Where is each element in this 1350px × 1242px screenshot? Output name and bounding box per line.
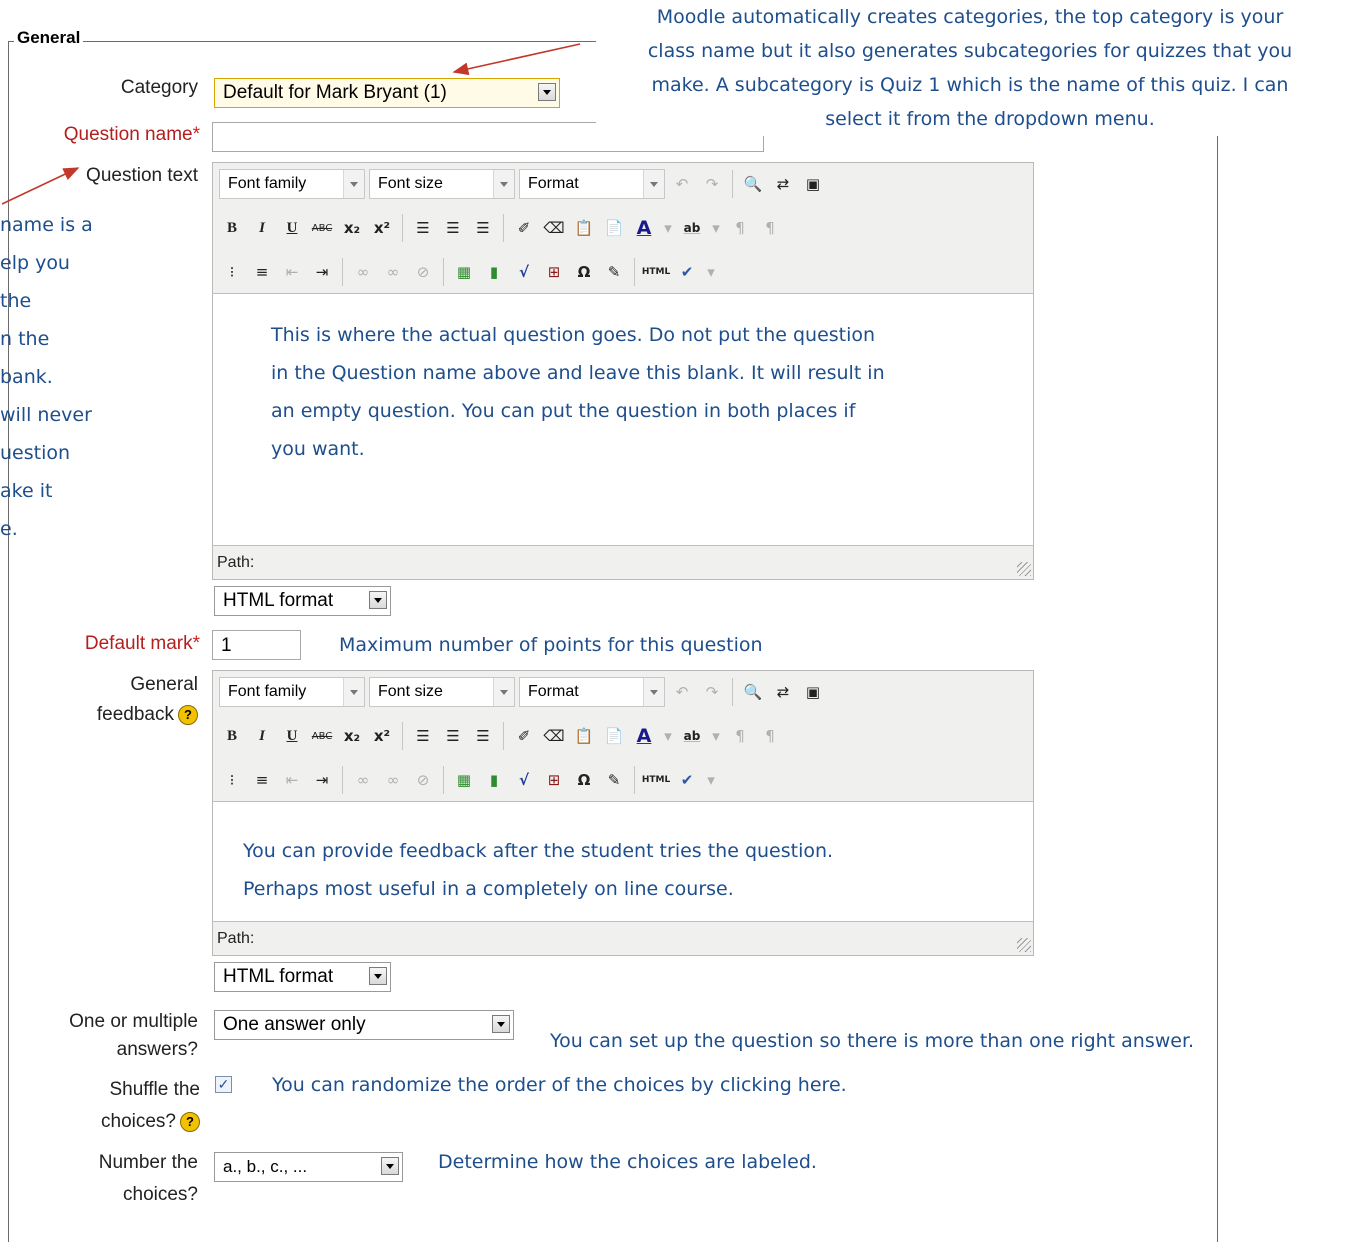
annotation-arrows: [1, 43, 581, 205]
question-name-arrow: [1, 167, 80, 205]
category-arrow: [452, 43, 581, 76]
